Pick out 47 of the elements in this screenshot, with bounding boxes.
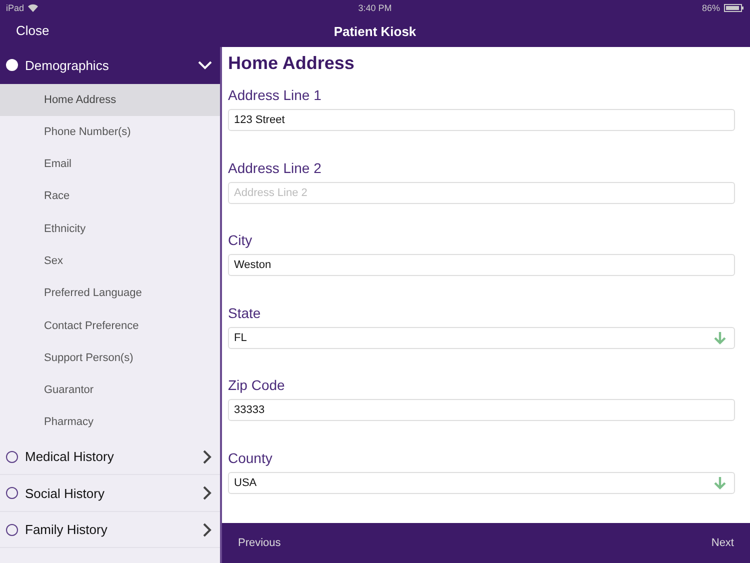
sidebar-item[interactable]: Ethnicity: [0, 212, 220, 245]
sidebar-item[interactable]: Support Person(s): [0, 342, 220, 374]
status-circle-icon: [6, 59, 18, 72]
arrow-down-icon: [714, 476, 726, 490]
device-name: iPad: [6, 2, 24, 12]
sidebar-item[interactable]: Phone Number(s): [0, 116, 220, 148]
status-circle-icon: [6, 450, 18, 463]
section-header[interactable]: Family History: [0, 512, 220, 548]
dropdown-field[interactable]: FL: [228, 326, 735, 348]
chevron-right-icon: [203, 522, 212, 537]
field-label: Address Line 2: [228, 160, 322, 176]
status-circle-icon: [6, 524, 18, 536]
sidebar-item[interactable]: Preferred Language: [0, 277, 220, 310]
section-header[interactable]: Demographics: [0, 47, 220, 84]
chevron-down-icon: [198, 60, 212, 70]
arrow-down-icon: [714, 330, 726, 344]
chevron-right-icon: [203, 486, 212, 500]
wifi-icon: [28, 4, 38, 12]
field-label: City: [228, 232, 254, 248]
sidebar-item[interactable]: Email: [0, 148, 220, 180]
clock-time: 3:40 PM: [358, 2, 392, 12]
field-label: State: [228, 304, 262, 320]
sidebar-item[interactable]: Home Address: [0, 84, 220, 116]
sidebar-item[interactable]: Contact Preference: [0, 310, 220, 342]
chevron-right-icon: [203, 450, 212, 464]
sidebar-item[interactable]: Pharmacy: [0, 406, 220, 439]
close-button[interactable]: Close: [8, 19, 58, 42]
next-button[interactable]: Next: [703, 533, 742, 553]
sidebar-item[interactable]: Sex: [0, 244, 220, 278]
form-title: Home Address: [228, 53, 356, 74]
sidebar-item[interactable]: Race: [0, 180, 220, 213]
field-label: Zip Code: [228, 377, 286, 393]
input-field[interactable]: Address Line 2: [228, 182, 735, 204]
battery-icon: [724, 4, 744, 12]
field-label: County: [228, 450, 274, 466]
sidebar-item[interactable]: Guarantor: [0, 374, 220, 406]
field-label: Address Line 1: [228, 87, 322, 103]
input-field[interactable]: Weston: [228, 254, 735, 276]
input-field[interactable]: 123 Street: [228, 109, 735, 131]
status-circle-icon: [6, 487, 18, 500]
input-field[interactable]: 33333: [228, 399, 735, 421]
app-title: Patient Kiosk: [334, 24, 416, 38]
section-header[interactable]: Social History: [0, 475, 220, 512]
section-header[interactable]: Medical History: [0, 438, 220, 476]
previous-button[interactable]: Previous: [230, 533, 289, 553]
battery-percent: 86%: [702, 2, 720, 12]
dropdown-field[interactable]: USA: [228, 472, 735, 494]
